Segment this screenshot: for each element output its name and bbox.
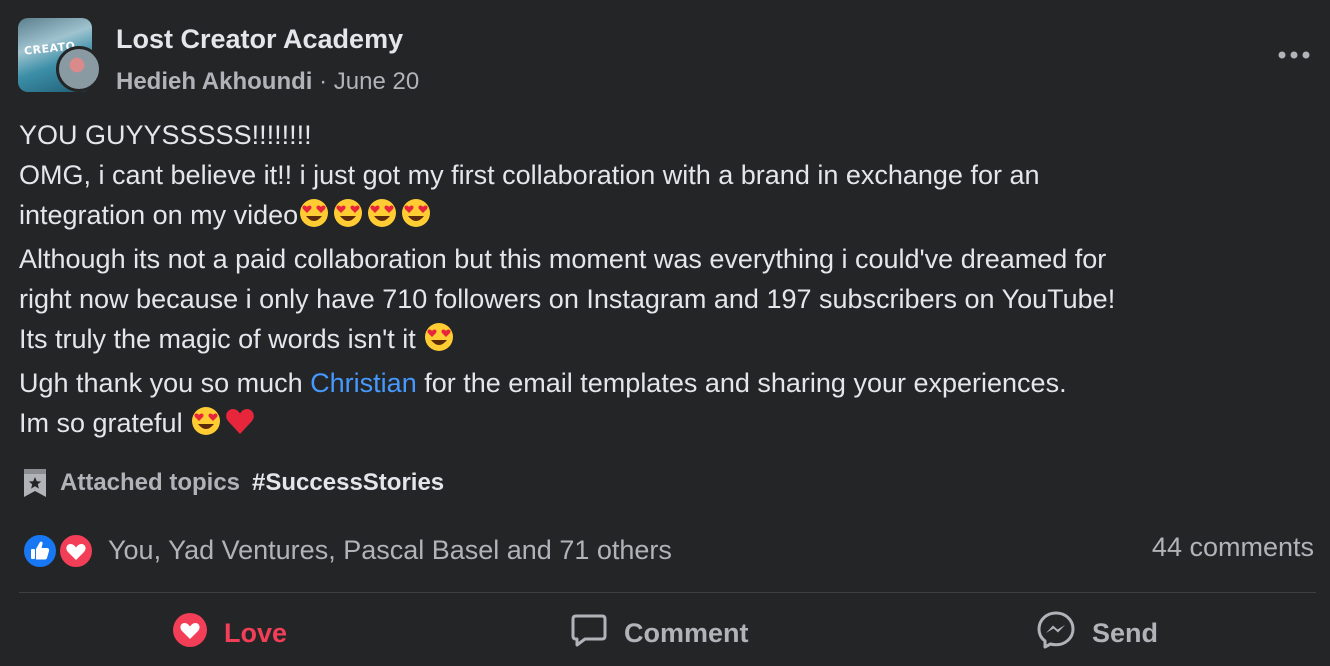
action-bar: Love Comment Send <box>0 600 1330 666</box>
love-button[interactable]: Love <box>172 612 287 654</box>
post-line: right now because i only have 710 follow… <box>19 284 1116 314</box>
send-button-label: Send <box>1092 617 1159 648</box>
post-line: Ugh thank you so much Christian for the … <box>19 363 1309 403</box>
post-line: Im so grateful <box>19 403 1309 447</box>
post-line-text: Im so grateful <box>19 408 191 438</box>
post-line: Although its not a paid collaboration bu… <box>19 244 1107 274</box>
divider <box>19 592 1316 593</box>
love-button-label: Love <box>224 617 288 648</box>
post-line: Its truly the magic of words isn't it <box>19 319 1309 363</box>
author-avatar[interactable] <box>56 46 102 92</box>
heart-eyes-emoji-icon <box>400 198 432 239</box>
post-line-text: for the email templates and sharing your… <box>416 368 1067 398</box>
reaction-icons <box>22 531 96 569</box>
like-reaction-icon <box>22 533 58 569</box>
heart-eyes-emoji-icon <box>423 322 455 363</box>
heart-eyes-emoji-icon <box>366 198 398 239</box>
send-button[interactable]: Send <box>1036 610 1159 657</box>
more-options-button[interactable] <box>1274 40 1314 70</box>
badge-star-icon <box>24 469 46 497</box>
attached-topics: Attached topics #SuccessStories <box>22 465 444 501</box>
reactions-summary[interactable]: You, Yad Ventures, Pascal Basel and 71 o… <box>22 530 672 570</box>
post-line: integration on my video <box>19 195 1309 239</box>
red-heart-emoji-icon <box>224 406 256 447</box>
love-reaction-icon <box>172 612 208 655</box>
comments-count-link[interactable]: 44 comments <box>1152 532 1314 563</box>
heart-eyes-emoji-icon <box>332 198 364 239</box>
heart-eyes-emoji-icon <box>298 198 330 239</box>
reactions-names[interactable]: You, Yad Ventures, Pascal Basel and 71 o… <box>108 535 672 566</box>
post-body: YOU GUYYSSSSS!!!!!!!! OMG, i cant believ… <box>19 115 1309 447</box>
attached-topics-label: Attached topics <box>60 469 241 496</box>
topic-tag-link[interactable]: #SuccessStories <box>252 469 444 497</box>
post-date-link[interactable]: June 20 <box>334 68 419 95</box>
post-line: YOU GUYYSSSSS!!!!!!!! <box>19 120 312 150</box>
comment-icon <box>570 612 608 655</box>
heart-eyes-emoji-icon <box>190 406 222 447</box>
author-name-link[interactable]: Hedieh Akhoundi <box>116 68 312 95</box>
post-header: CREATO Lost Creator Academy Hedieh Akhou… <box>18 18 1318 100</box>
messenger-icon <box>1036 610 1076 657</box>
meta-separator: · <box>312 68 334 95</box>
group-name-link[interactable]: Lost Creator Academy <box>116 24 403 55</box>
post-meta: Hedieh Akhoundi · June 20 <box>116 68 419 96</box>
more-horizontal-icon <box>1278 51 1310 59</box>
post-line-text: Its truly the magic of words isn't it <box>19 324 424 354</box>
mention-link[interactable]: Christian <box>310 368 417 398</box>
avatar-stack[interactable]: CREATO <box>18 18 102 98</box>
post-line-text: integration on my video <box>19 200 299 230</box>
comment-button[interactable]: Comment <box>570 612 749 654</box>
comment-button-label: Comment <box>624 617 749 648</box>
post-line-text: Ugh thank you so much <box>19 368 311 398</box>
love-reaction-icon <box>58 533 94 569</box>
post-line: OMG, i cant believe it!! i just got my f… <box>19 160 1040 190</box>
